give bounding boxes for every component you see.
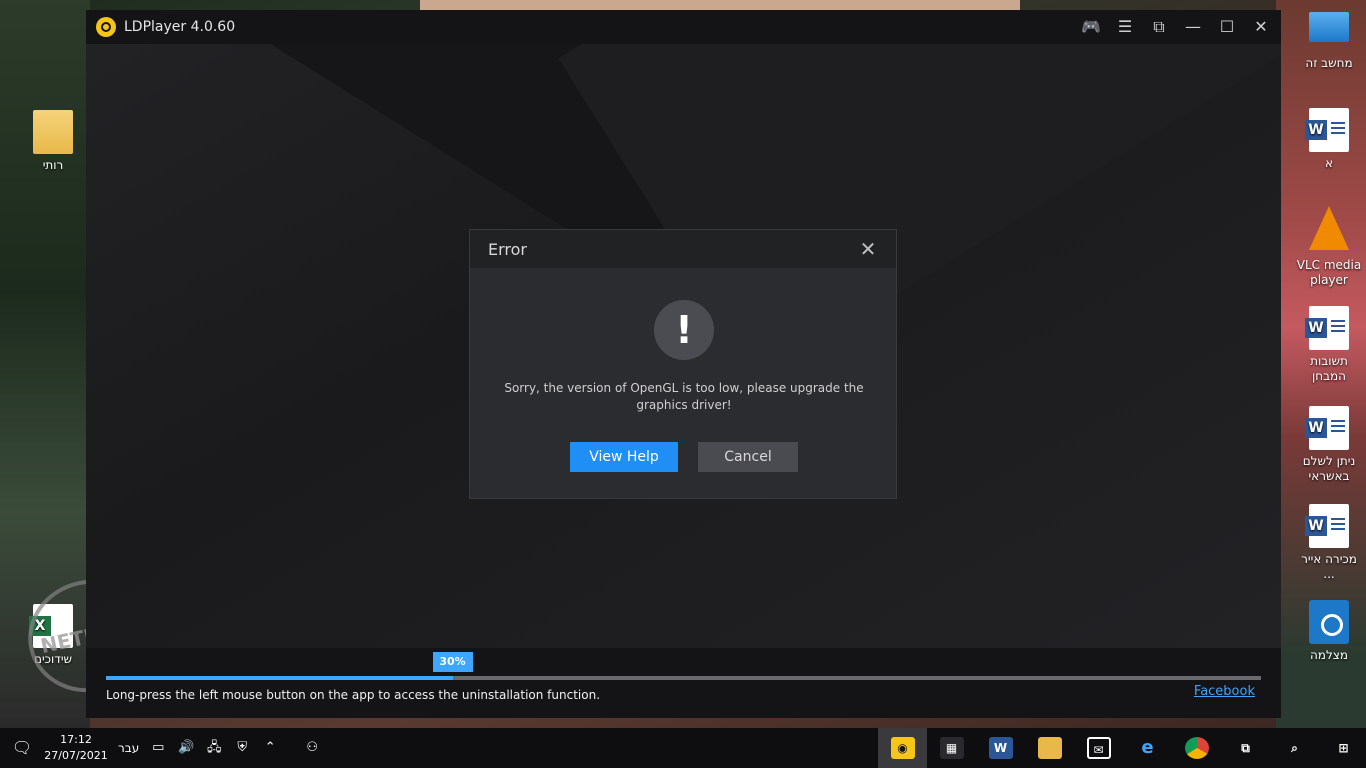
uninstall-tip: Long-press the left mouse button on the … xyxy=(106,688,601,702)
desktop-icon-label: VLC media player xyxy=(1296,258,1362,287)
people-icon[interactable]: ⚇ xyxy=(303,739,321,757)
dialog-header: Error ✕ xyxy=(470,230,896,268)
desktop-icon-label: מחשב זה xyxy=(1305,56,1353,70)
progress-bar xyxy=(106,676,1261,680)
search-icon: ⌕ xyxy=(1282,737,1307,759)
mail-icon: ✉ xyxy=(1086,737,1111,759)
desktop-icon-label: מצלמה xyxy=(1309,648,1349,662)
taskbar: 🗨 17:12 27/07/2021 עבר ▭ 🔊 🖧 ⛨ ⌃ ⚇ ◉ ▦ W… xyxy=(0,728,1366,768)
progress-percent-badge: 30% xyxy=(432,652,473,672)
taskbar-edge[interactable]: e xyxy=(1123,728,1172,768)
desktop-icon-this-pc[interactable]: מחשב זה xyxy=(1296,12,1362,71)
gamepad-icon[interactable]: 🎮 xyxy=(1081,17,1101,37)
desktop-icon-ruti[interactable]: רותי xyxy=(20,110,86,173)
exclamation-icon: ! xyxy=(654,300,714,360)
clock-time: 17:12 xyxy=(60,733,92,746)
desktop-icon-credit[interactable]: ניתן לשלם באשראי xyxy=(1296,406,1362,484)
view-help-button[interactable]: View Help xyxy=(570,442,678,472)
menu-icon[interactable]: ☰ xyxy=(1115,17,1135,37)
vlc-icon xyxy=(1309,206,1349,250)
security-shield-icon[interactable]: ⛨ xyxy=(233,739,251,757)
chrome-icon xyxy=(1184,737,1209,759)
taskbar-calculator[interactable]: ▦ xyxy=(927,728,976,768)
window-title: LDPlayer 4.0.60 xyxy=(124,19,236,35)
taskbar-ldplayer[interactable]: ◉ xyxy=(878,728,927,768)
desktop-icon-sale[interactable]: מכירה אייר ... xyxy=(1296,504,1362,582)
network-icon[interactable]: 🖧 xyxy=(205,739,223,757)
word-icon xyxy=(1305,504,1349,548)
folder-icon xyxy=(33,110,73,154)
desktop-icon-camera[interactable]: מצלמה xyxy=(1296,600,1362,663)
close-icon[interactable]: ✕ xyxy=(1251,17,1271,37)
system-tray: 🗨 17:12 27/07/2021 עבר ▭ 🔊 🖧 ⛨ ⌃ ⚇ xyxy=(10,728,321,768)
minimize-icon[interactable]: — xyxy=(1183,17,1203,37)
volume-icon[interactable]: 🔊 xyxy=(177,739,195,757)
taskbar-mail[interactable]: ✉ xyxy=(1074,728,1123,768)
popout-icon[interactable]: ⧉ xyxy=(1149,17,1169,37)
windows-logo-icon: ⊞ xyxy=(1331,737,1356,759)
cancel-button[interactable]: Cancel xyxy=(698,442,798,472)
error-dialog: Error ✕ ! Sorry, the version of OpenGL i… xyxy=(469,229,897,499)
word-icon: W xyxy=(988,737,1013,759)
desktop-icon-vlc[interactable]: VLC media player xyxy=(1296,206,1362,288)
desktop-icon-label: א xyxy=(1324,156,1334,170)
battery-icon[interactable]: ▭ xyxy=(149,739,167,757)
loading-footer: 30% Long-press the left mouse button on … xyxy=(86,648,1281,718)
clock-date: 27/07/2021 xyxy=(44,749,108,762)
maximize-icon[interactable]: ☐ xyxy=(1217,17,1237,37)
close-icon[interactable]: ✕ xyxy=(858,237,878,261)
progress-fill xyxy=(106,676,453,680)
word-icon xyxy=(1305,306,1349,350)
taskbar-word[interactable]: W xyxy=(976,728,1025,768)
desktop-icon-exam-answers[interactable]: תשובות המבחן xyxy=(1296,306,1362,384)
desktop-icon-label: מכירה אייר ... xyxy=(1301,552,1357,581)
taskbar-search[interactable]: ⌕ xyxy=(1270,728,1319,768)
edge-icon: e xyxy=(1135,737,1160,759)
word-icon xyxy=(1305,406,1349,450)
ldplayer-icon: ◉ xyxy=(890,737,915,759)
folder-icon xyxy=(1037,737,1062,759)
error-message: Sorry, the version of OpenGL is too low,… xyxy=(504,381,864,412)
taskbar-apps: ◉ ▦ W ✉ e ⧉ ⌕ ⊞ xyxy=(878,728,1366,768)
taskbar-chrome[interactable] xyxy=(1172,728,1221,768)
start-button[interactable]: ⊞ xyxy=(1319,728,1366,768)
dialog-title: Error xyxy=(488,239,527,259)
taskbar-file-explorer[interactable] xyxy=(1025,728,1074,768)
facebook-link[interactable]: Facebook xyxy=(1194,684,1255,699)
computer-icon xyxy=(1309,12,1349,42)
camera-icon xyxy=(1309,600,1349,644)
notification-center-icon[interactable]: 🗨 xyxy=(10,736,34,760)
title-bar[interactable]: LDPlayer 4.0.60 🎮 ☰ ⧉ — ☐ ✕ xyxy=(86,10,1281,44)
taskbar-task-view[interactable]: ⧉ xyxy=(1221,728,1270,768)
calculator-icon: ▦ xyxy=(939,737,964,759)
language-indicator[interactable]: עבר xyxy=(118,741,139,755)
chevron-up-icon[interactable]: ⌃ xyxy=(261,739,279,757)
desktop-icon-label: רותי xyxy=(42,158,64,172)
word-icon xyxy=(1305,108,1349,152)
desktop-icon-label: תשובות המבחן xyxy=(1310,354,1348,383)
window-controls: 🎮 ☰ ⧉ — ☐ ✕ xyxy=(1081,17,1271,37)
clock[interactable]: 17:12 27/07/2021 xyxy=(44,732,108,764)
ldplayer-logo-icon xyxy=(96,17,116,37)
desktop-icon-label: ניתן לשלם באשראי xyxy=(1302,454,1356,483)
desktop-icon-alef[interactable]: א xyxy=(1296,108,1362,171)
task-view-icon: ⧉ xyxy=(1233,737,1258,759)
